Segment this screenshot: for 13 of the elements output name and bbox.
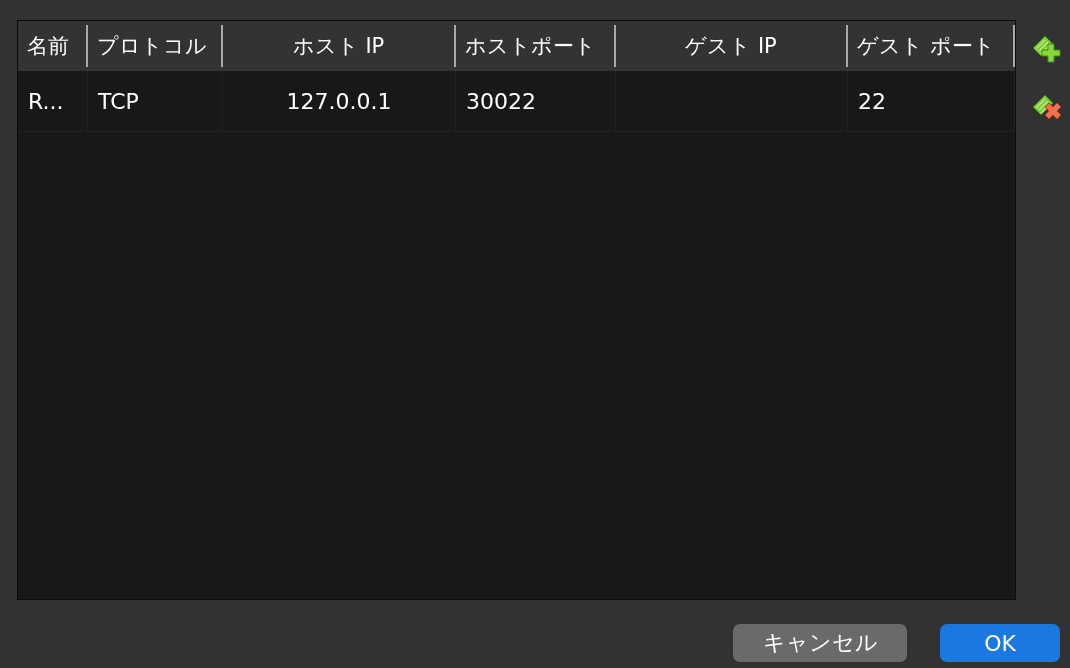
column-header[interactable]: プロトコル	[88, 25, 223, 67]
table-cell: 127.0.0.1	[223, 71, 456, 131]
column-header[interactable]: ホスト IP	[223, 25, 456, 67]
column-header[interactable]: ホストポート	[456, 25, 616, 67]
column-header[interactable]: 名前	[18, 25, 88, 67]
ok-button[interactable]: OK	[940, 624, 1060, 662]
table-cell: R...	[18, 71, 88, 131]
column-header[interactable]: ゲスト IP	[616, 25, 848, 67]
table-cell: 30022	[456, 71, 616, 131]
table-cell: 22	[848, 71, 1015, 131]
table-cell: TCP	[88, 71, 223, 131]
cancel-button[interactable]: キャンセル	[733, 624, 907, 662]
column-header[interactable]: ゲスト ポート	[848, 25, 1015, 67]
